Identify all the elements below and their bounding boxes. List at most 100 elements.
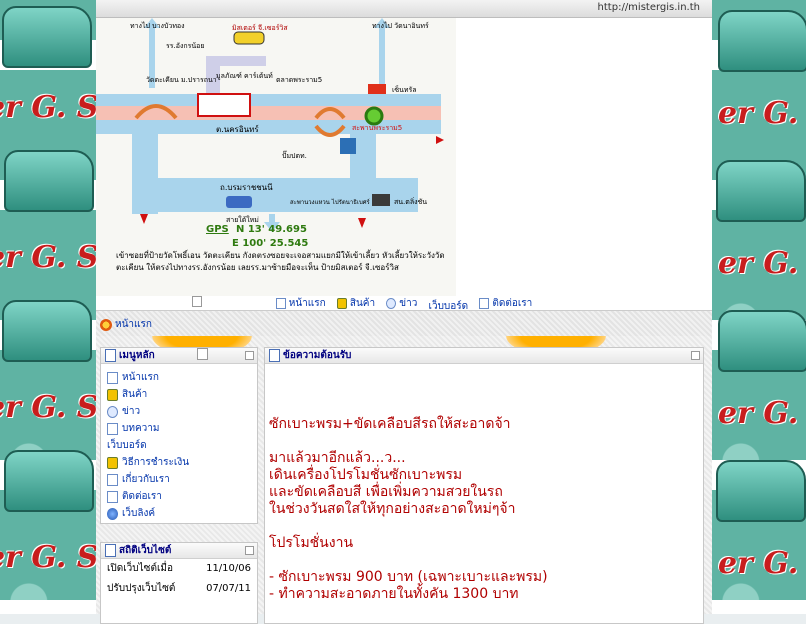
- gps-east: E 100' 25.545: [232, 238, 308, 249]
- breadcrumb-bar: หน้าแรก: [96, 310, 712, 337]
- article-line: และขัดเคลือบสี เพื่อเพิ่มความสวยในรถ: [269, 484, 503, 500]
- home-icon: [100, 318, 112, 331]
- classic-car-image: [4, 150, 94, 212]
- menu-item-label: สินค้า: [122, 389, 148, 400]
- menu-item-home[interactable]: หน้าแรก: [107, 369, 257, 386]
- bubble-icon: [386, 298, 397, 309]
- article-line: - ทำความสะอาดภายในทั้งคัน 1300 บาท: [269, 586, 519, 602]
- stats-value: 11/10/06: [206, 563, 251, 574]
- main-menu-title: เมนูหลัก: [119, 350, 155, 361]
- globe-icon: [107, 507, 118, 520]
- top-navigation: หน้าแรก สินค้า ข่าว เว็บบอร์ด ติดต่อเรา: [96, 296, 712, 312]
- nav-contact[interactable]: ติดต่อเรา: [479, 296, 532, 311]
- bubble-icon: [107, 405, 118, 418]
- main-menu-list: หน้าแรก สินค้า ข่าว บทความ เว็บบอร์ด วิธ…: [101, 348, 257, 522]
- breadcrumb-home-link[interactable]: หน้าแรก: [115, 317, 152, 332]
- page-icon: [197, 348, 208, 360]
- stats-value: 07/07/11: [206, 583, 251, 594]
- doc-icon: [107, 473, 118, 486]
- doc-icon: [105, 544, 116, 557]
- classic-car-image: [718, 10, 806, 72]
- menu-item-label: เว็บบอร์ด: [107, 440, 147, 451]
- central-store-icon: [368, 84, 386, 94]
- brand-logo-watermark: er G. Ser: [718, 246, 806, 281]
- article-line: - ซักเบาะพรม 900 บาท (เฉพาะเบาะและพรม): [269, 569, 548, 585]
- cart-icon: [107, 388, 118, 401]
- doc-icon: [479, 298, 490, 309]
- nav-news[interactable]: ข่าว: [386, 296, 417, 311]
- map-label: เซ็นทรัล: [392, 85, 417, 94]
- header-banner: ทางไป บางบัวทอง รร.อังกรน้อย มิสเตอร์ จี…: [96, 18, 712, 296]
- map-label: สน.ตลิ่งชัน: [394, 197, 427, 206]
- doc-icon: [107, 490, 118, 503]
- menu-item-payment[interactable]: วิธีการชำระเงิน: [107, 454, 257, 471]
- doc-icon: [107, 422, 118, 435]
- nav-products[interactable]: สินค้า: [336, 296, 375, 311]
- site-url[interactable]: http://mistergis.in.th: [598, 2, 700, 13]
- classic-car-image: [2, 6, 92, 68]
- brand-logo-watermark: er G. Ser: [0, 240, 96, 275]
- breadcrumb: หน้าแรก: [100, 317, 152, 332]
- classic-car-image: [4, 450, 94, 512]
- menu-item-news[interactable]: ข่าว: [107, 403, 257, 420]
- article-line: [269, 518, 703, 535]
- menu-item-label: เกี่ยวกับเรา: [122, 474, 170, 485]
- car-shop-icon: [233, 31, 265, 45]
- map-label: ปั๊มปตท.: [282, 150, 307, 160]
- page-container: http://mistergis.in.th ทางไป บางบัวทอง ร…: [96, 0, 712, 624]
- welcome-article: ซักเบาะพรม+ขัดเคลือบสีรถให้สะอาดจ้า มาแล…: [265, 364, 703, 603]
- doc-icon: [275, 298, 286, 309]
- site-stats-title: สถิติเว็บไซต์: [119, 545, 172, 556]
- brand-logo-watermark: er G. Ser: [0, 390, 96, 425]
- menu-item-contact[interactable]: ติดต่อเรา: [107, 488, 257, 505]
- article-line: เดินเครื่องโปรโมชั่นซักเบาะพรม: [269, 467, 463, 483]
- doc-icon: [269, 349, 280, 362]
- nav-home[interactable]: หน้าแรก: [275, 296, 326, 311]
- article-line: ซักเบาะพรม+ขัดเคลือบสีรถให้สะอาดจ้า: [269, 416, 511, 432]
- classic-car-image: [716, 460, 806, 522]
- doc-icon: [107, 371, 118, 384]
- map-label: ต.นครอินทร์: [216, 124, 259, 134]
- stats-label: ปรับปรุงเว็บไซต์: [107, 583, 176, 594]
- menu-item-webboard[interactable]: เว็บบอร์ด: [107, 348, 257, 454]
- menu-item-weblinks[interactable]: เว็บลิงค์: [107, 505, 257, 522]
- page-icon: [192, 296, 202, 307]
- gps-label: GPS: [206, 224, 229, 235]
- bus-icon: [226, 196, 252, 208]
- minimize-button[interactable]: [691, 351, 700, 360]
- article-line: มาแล้วมาอีกแล้ว...ว...: [269, 450, 406, 466]
- nav-label: หน้าแรก: [288, 298, 326, 309]
- cart-icon: [107, 456, 118, 469]
- welcome-box: ข้อความต้อนรับ ซักเบาะพรม+ขัดเคลือบสีรถใ…: [264, 347, 704, 624]
- stats-label: เปิดเว็บไซต์เมื่อ: [107, 563, 173, 574]
- gps-north: N 13' 49.695: [236, 224, 307, 235]
- menu-item-articles[interactable]: บทความ: [107, 420, 257, 437]
- menu-item-label: เว็บลิงค์: [122, 508, 156, 519]
- brand-logo-watermark: er G. Ser: [718, 96, 806, 131]
- red-arrow: [358, 218, 366, 228]
- map-directions: เข้าซอยที่ป้ายวัดโพธิ์เอน วัดตะเคียน กัง…: [116, 251, 445, 272]
- background-wallpaper-right: er G. Ser er G. Ser er G. Ser er G. Ser: [712, 0, 806, 614]
- soi-highlight-box: [197, 93, 251, 117]
- welcome-title: ข้อความต้อนรับ: [283, 350, 352, 361]
- welcome-header: ข้อความต้อนรับ: [265, 348, 703, 364]
- main-menu-header: เมนูหลัก: [101, 348, 257, 364]
- minimize-button[interactable]: [245, 546, 254, 555]
- map-label: รร.อังกรน้อย: [166, 42, 204, 50]
- article-line: [269, 552, 703, 569]
- site-stats-header: สถิติเว็บไซต์: [101, 543, 257, 559]
- brand-logo-watermark: er G. Ser: [718, 396, 806, 431]
- menu-item-products[interactable]: สินค้า: [107, 386, 257, 403]
- classic-car-image: [2, 300, 92, 362]
- red-arrow: [436, 136, 444, 144]
- doc-icon: [105, 349, 116, 362]
- minimize-button[interactable]: [245, 351, 254, 360]
- map-label: ทางไป บางบัวทอง: [130, 21, 185, 30]
- map-label: วัดตะเคียน ม.ปรารถนา: [146, 76, 217, 84]
- map-label: มิสเตอร์ จี.เซอร์วิส: [232, 24, 288, 32]
- roundabout-marker: [364, 106, 384, 126]
- brand-logo-watermark: er G. Ser: [0, 540, 96, 575]
- red-arrow: [140, 214, 148, 224]
- location-map: ทางไป บางบัวทอง รร.อังกรน้อย มิสเตอร์ จี…: [96, 18, 456, 296]
- menu-item-about[interactable]: เกี่ยวกับเรา: [107, 471, 257, 488]
